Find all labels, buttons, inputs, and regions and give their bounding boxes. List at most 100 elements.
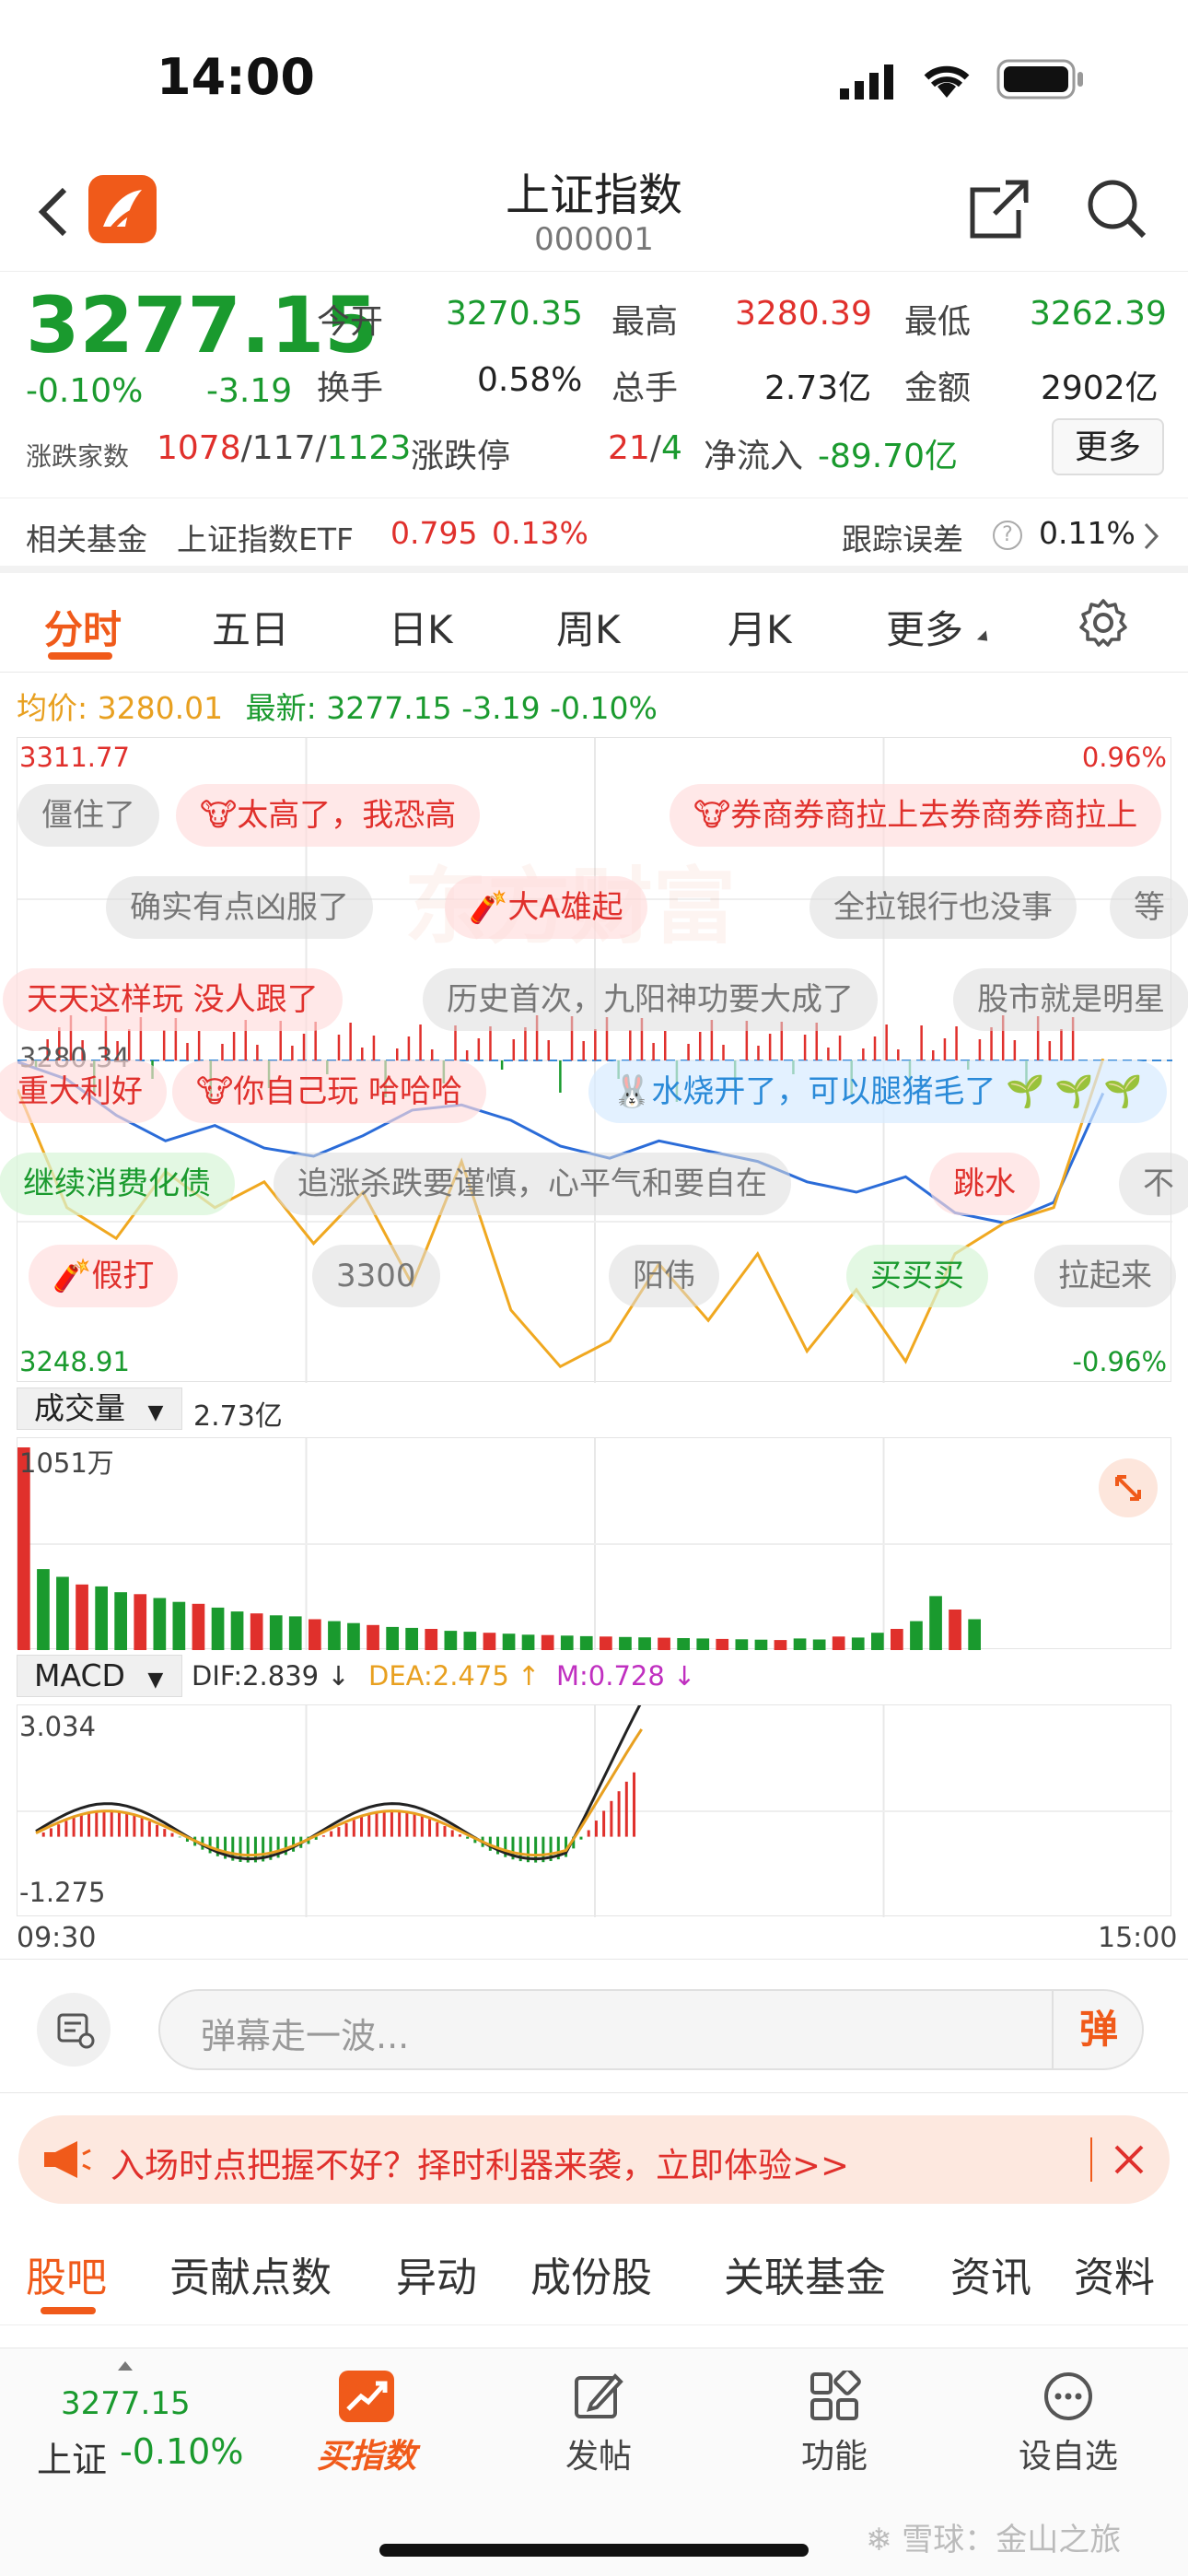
volume-bar [949,1610,961,1650]
mini-quote[interactable]: 3277.15 上证 -0.10% [28,2348,258,2487]
tab-guba[interactable]: 股吧 [26,2244,107,2303]
function-button[interactable]: 功能 [761,2368,908,2477]
tab-related-funds[interactable]: 关联基金 [724,2244,886,2303]
share-icon[interactable] [967,177,1031,245]
buy-index-label: 买指数 [316,2438,416,2476]
turnover-label: 换手 [317,369,384,407]
macd-dropdown[interactable]: MACD ▼ [17,1655,182,1697]
fund-label: 相关基金 [26,521,147,557]
danmu-item: 拉起来 [1034,1245,1176,1307]
volume-bar [929,1596,942,1650]
post-button[interactable]: 发帖 [525,2371,672,2477]
danmu-item: 全拉银行也没事 [809,876,1077,939]
close-icon[interactable] [1109,2139,1149,2184]
volume-bar [600,1636,612,1650]
volume-bar [76,1584,88,1650]
low-value: 3262.39 [1030,295,1167,333]
intraday-chart[interactable]: 3311.77 0.96% 3280.34 3248.91 -0.96% 东方财… [0,737,1188,1383]
dropdown-triangle-icon [976,630,993,646]
volume-bar [560,1635,574,1650]
more-button[interactable]: 更多 [1052,418,1164,475]
home-indicator [379,2544,809,2557]
tab-constituents[interactable]: 成份股 [530,2244,652,2303]
ad-divider [1090,2137,1092,2182]
volume-bar [483,1633,496,1650]
bottom-action-bar: 3277.15 上证 -0.10% 买指数 发帖 功能 设自选 ❄ 雪球：金山之… [0,2348,1188,2576]
wifi-icon [921,61,973,103]
volume-dropdown[interactable]: 成交量 ▼ [17,1388,182,1430]
tab-5day[interactable]: 五日 [212,599,289,655]
macd-dea: DEA:2.475 ↑ [368,1660,541,1692]
volume-bar [347,1622,360,1650]
danmu-item: 等 [1110,876,1188,939]
tracking-value: 0.11% [1039,515,1136,551]
buy-index-button[interactable]: 买指数 [293,2371,440,2477]
limit-values: 21/4 [608,429,682,467]
help-icon[interactable]: ? [993,521,1022,550]
chevron-down-icon: ▼ [147,1401,164,1424]
volume-bar [696,1638,710,1650]
danmu-item: 确实有点凶服了 [106,876,373,939]
danmu-item: 3300 [312,1245,440,1307]
firecracker-icon: 🧨 [52,1258,92,1294]
more-dots-icon [1041,2371,1096,2422]
danmu-input-bar: 弹幕走一波... 弹 [0,1959,1188,2093]
limit-up: 21 [608,429,650,467]
danmu-item: 🐮太高了，我恐高 [176,784,481,847]
danmu-send-button[interactable]: 弹 [1052,1991,1144,2068]
macd-top-label: 3.034 [19,1711,97,1742]
tab-daily-k[interactable]: 日K [389,599,453,655]
tab-intraday[interactable]: 分时 [44,599,122,655]
volume-bar [851,1637,865,1650]
tab-monthly-k[interactable]: 月K [728,599,792,655]
avg-price-legend: 均价: 3280.01 最新: 3277.15 -3.19 -0.10% [17,684,658,728]
macd-chart-svg [17,1705,1172,1917]
low-label: 最低 [904,303,972,341]
volume-chart[interactable]: 1051万 [17,1437,1172,1650]
danmu-item: 🐮券商券商拉上去券商券商拉上 [670,784,1162,847]
danmu-item: 不 [1119,1153,1188,1215]
search-icon[interactable] [1083,175,1149,245]
ad-banner[interactable]: 入场时点把握不好？择时利器来袭，立即体验>> [18,2115,1170,2204]
volume-bar [463,1632,477,1650]
up-count: 1078 [157,429,241,467]
expand-icon[interactable] [1099,1458,1158,1517]
danmu-item: 跳水 [929,1153,1040,1215]
add-watchlist-button[interactable]: 设自选 [995,2371,1142,2477]
volume-label: 总手 [611,369,679,407]
cow-emoji-icon: 🐮 [693,797,731,834]
chevron-down-icon: ▼ [147,1669,164,1692]
avg-label: 均价: [17,690,88,726]
tab-news[interactable]: 资讯 [950,2244,1031,2303]
amount-value: 2902亿 [1041,369,1159,407]
high-value: 3280.39 [735,295,872,333]
cow-emoji-icon: 🐮 [200,797,238,834]
danmu-item: 历史首次，九阳神功要大成了 [423,968,878,1031]
volume-bar [793,1638,807,1650]
tab-more[interactable]: 更多 [886,599,963,655]
volume-bar [269,1615,283,1650]
function-label: 功能 [800,2438,868,2476]
pct-bottom-label: -0.96% [1072,1346,1167,1377]
danmu-input[interactable]: 弹幕走一波... 弹 [158,1989,1144,2070]
tracking-label: 跟踪误差 [842,521,963,557]
tab-contribution[interactable]: 贡献点数 [169,2244,332,2303]
related-fund-bar[interactable]: 相关基金 上证指数ETF 0.795 0.13% 跟踪误差 ? 0.11% [0,498,1188,573]
settings-icon[interactable] [1077,597,1129,652]
flat-count: 117 [251,429,316,467]
volume-bar [56,1576,69,1650]
volume-value: 2.73亿 [764,369,872,407]
ad-text: 入场时点把握不好？择时利器来袭，立即体验>> [111,2146,850,2185]
volume-bar [153,1598,167,1650]
danmu-settings-icon[interactable] [37,1993,111,2067]
volume-bar [309,1619,321,1650]
macd-chart[interactable]: 3.034 -1.275 [17,1704,1172,1917]
tab-anomaly[interactable]: 异动 [396,2244,477,2303]
volume-bar [114,1592,127,1650]
volume-bar [541,1634,554,1650]
time-end-label: 15:00 [1098,1922,1178,1954]
volume-bar [37,1569,50,1650]
tab-weekly-k[interactable]: 周K [556,599,621,655]
tab-profile[interactable]: 资料 [1074,2244,1155,2303]
change-value: -3.19 [206,372,293,410]
